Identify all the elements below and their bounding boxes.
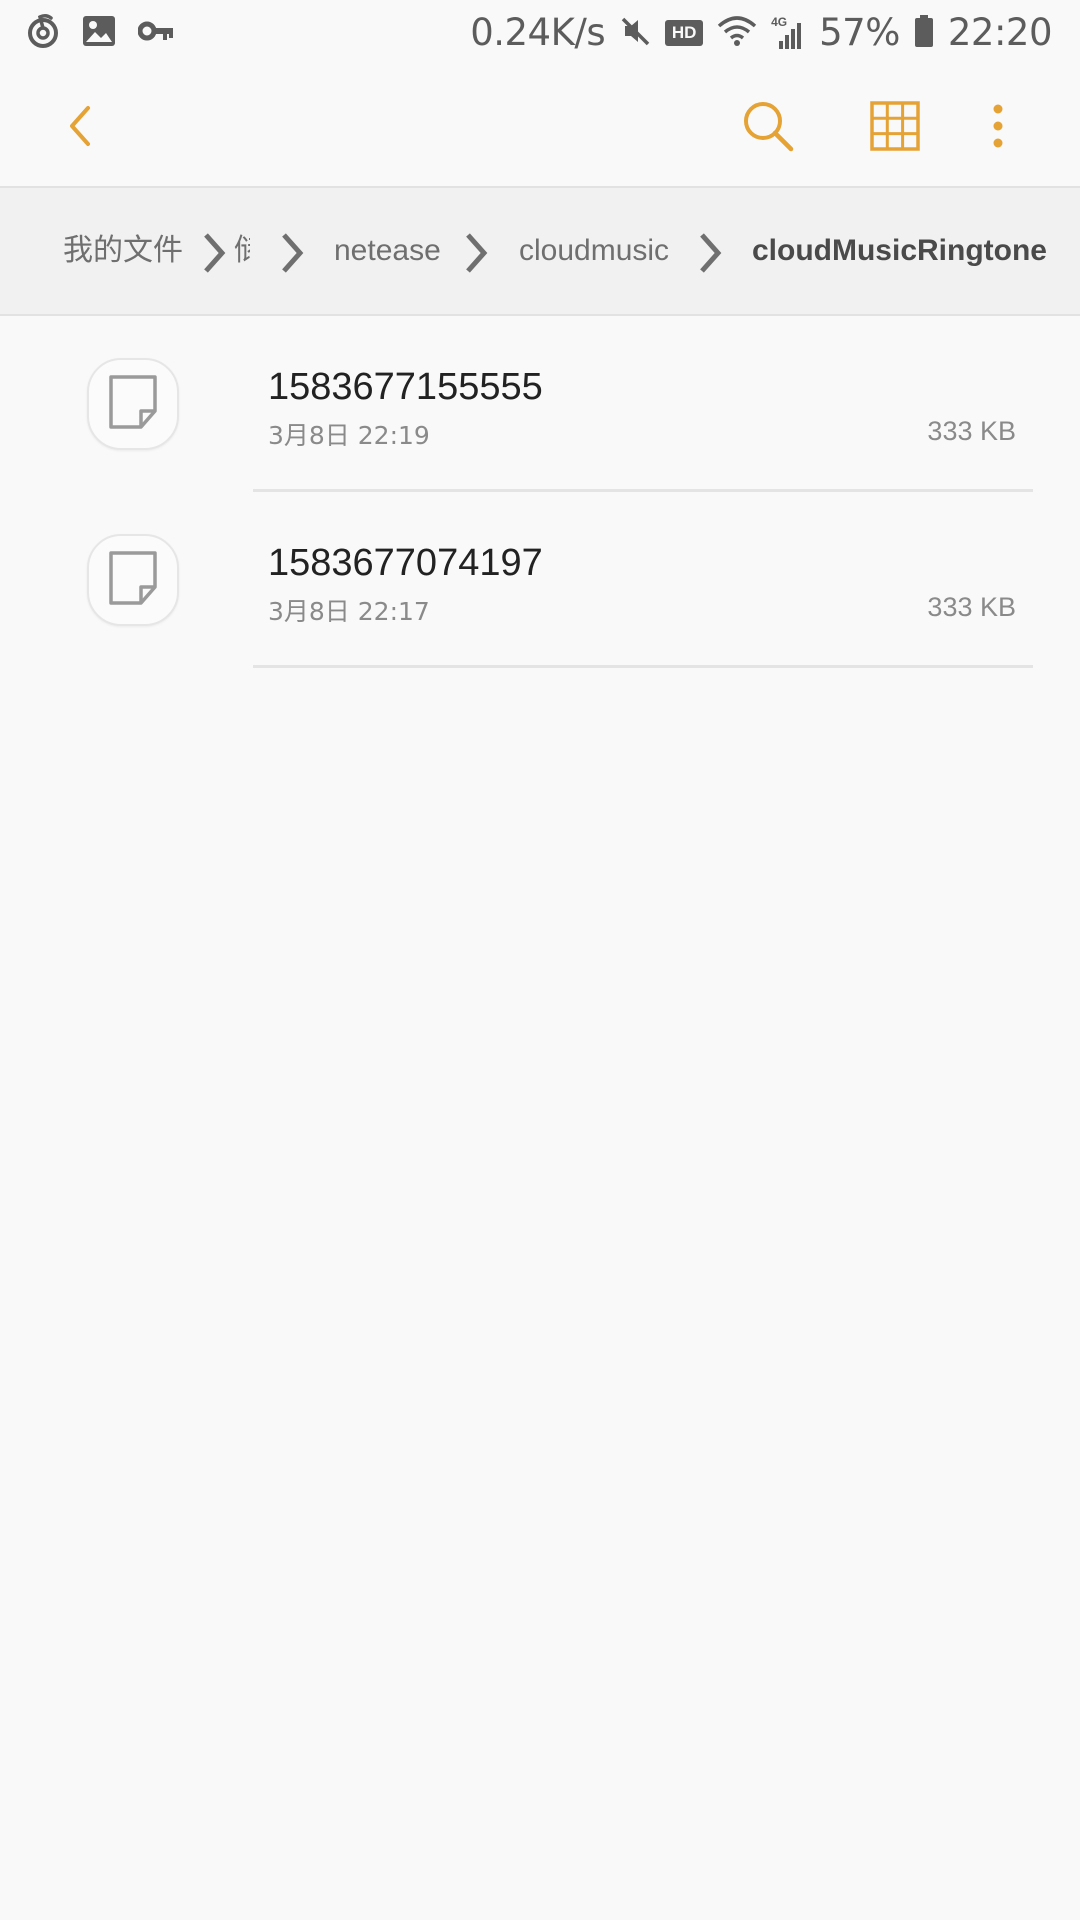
file-browser-screen: 0.24K/s HD 4G 57% 22:20 我的文件 储 netease c… (0, 0, 1080, 1920)
document-icon (108, 374, 158, 434)
battery-icon (914, 14, 934, 52)
search-icon (741, 99, 795, 157)
app-bar (0, 66, 1080, 186)
file-list: 1583677155555 3月8日 22:19 333 KB 15836770… (0, 316, 1080, 668)
file-date: 3月8日 22:19 (268, 421, 430, 450)
back-button[interactable] (48, 96, 112, 160)
signal-icon: 4G (771, 15, 805, 51)
battery-percent: 57% (819, 11, 900, 54)
breadcrumb: 我的文件 储 netease cloudmusic cloudMusicRing… (0, 188, 1080, 314)
mute-icon (619, 15, 651, 51)
chevron-right-icon (276, 231, 306, 275)
status-bar: 0.24K/s HD 4G 57% 22:20 (0, 0, 1080, 66)
grid-view-icon (870, 101, 920, 155)
netease-music-icon (26, 12, 60, 54)
file-name: 1583677155555 (268, 366, 543, 408)
wifi-icon (717, 14, 757, 52)
grid-view-button[interactable] (863, 96, 927, 160)
file-name: 1583677074197 (268, 542, 543, 584)
document-icon (108, 550, 158, 610)
notification-icons (26, 12, 174, 54)
chevron-right-icon (198, 231, 228, 275)
more-options-icon (991, 102, 1005, 154)
hd-badge: HD (665, 20, 704, 46)
breadcrumb-item-cloudmusic[interactable]: cloudmusic (519, 188, 669, 314)
breadcrumb-item-netease[interactable]: netease (334, 188, 441, 314)
back-icon (60, 102, 100, 154)
breadcrumb-item-my-files[interactable]: 我的文件 (63, 188, 183, 314)
clock: 22:20 (947, 11, 1053, 54)
key-icon (137, 20, 174, 46)
search-button[interactable] (736, 96, 800, 160)
breadcrumb-item-current: cloudMusicRingtone (752, 234, 1047, 267)
system-status: 0.24K/s HD 4G 57% 22:20 (470, 8, 1052, 58)
file-size: 333 KB (927, 592, 1016, 622)
file-date: 3月8日 22:17 (268, 597, 430, 626)
row-divider (253, 665, 1033, 668)
file-row[interactable]: 1583677155555 3月8日 22:19 333 KB (0, 316, 1080, 492)
file-thumbnail (87, 358, 179, 450)
file-row[interactable]: 1583677074197 3月8日 22:17 333 KB (0, 492, 1080, 668)
file-thumbnail (87, 534, 179, 626)
chevron-right-icon (460, 231, 490, 275)
more-options-button[interactable] (966, 96, 1030, 160)
net-speed-text: 0.24K/s (470, 11, 606, 54)
chevron-right-icon (694, 231, 724, 275)
breadcrumb-item-storage[interactable]: 储 (234, 188, 250, 314)
image-icon (82, 15, 116, 51)
file-size: 333 KB (927, 416, 1016, 446)
